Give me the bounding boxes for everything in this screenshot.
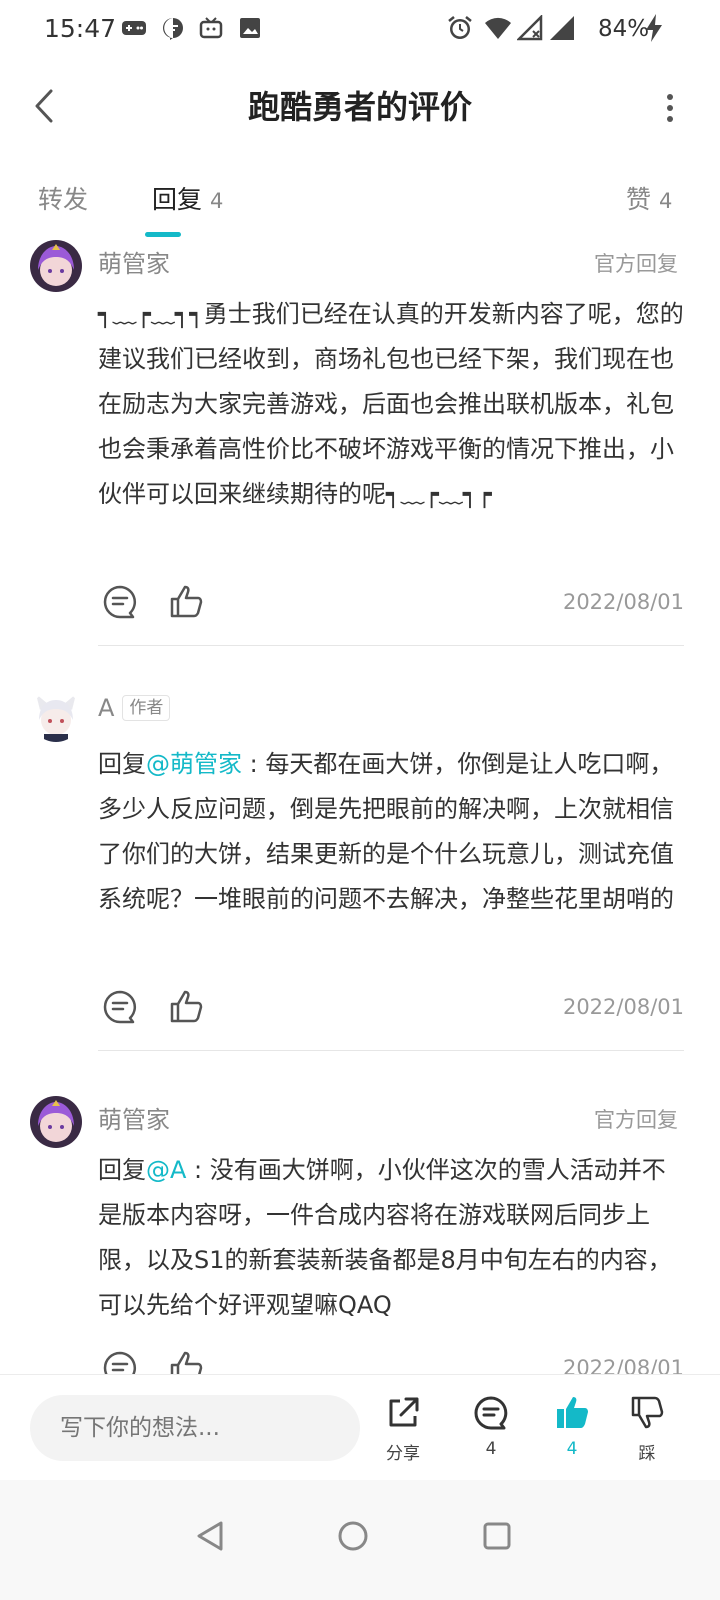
avatar[interactable] [30,240,82,292]
like-count: 4 [566,1439,578,1459]
circle-home-icon [338,1521,368,1551]
system-navigation-bar [0,1480,720,1600]
charging-icon [640,14,668,42]
nav-recents-button[interactable] [467,1506,527,1566]
tab-bar: 转发 回复 4 赞4 [0,170,720,242]
nav-back-button[interactable] [180,1506,240,1566]
divider [98,1050,684,1051]
comment-author-name[interactable]: 萌管家 [98,244,170,279]
status-time: 15:47 [44,14,117,43]
share-button[interactable]: 分享 [368,1395,438,1465]
comment-item: 萌管家 官方回复 回复@A : 没有画大饼啊，小伙伴这次的雪人活动并不是版本内容… [0,1096,720,1385]
wifi-icon [484,14,512,42]
tab-reply-count: 4 [210,189,224,213]
comment-item: A 作者 回复@萌管家 : 每天都在画大饼，你倒是让人吃口啊，多少人反应问题，倒是… [0,690,720,1060]
reply-button[interactable] [98,580,142,624]
active-tab-indicator [145,232,181,237]
author-tag: 作者 [122,695,171,721]
comment-actions: 2022/08/01 [98,985,684,1029]
alarm-icon [446,14,474,42]
no-signal-icon [516,14,544,42]
reply-icon [474,1396,508,1430]
comment-text: 回复@萌管家 : 每天都在画大饼，你倒是让人吃口啊，多少人反应问题，倒是先把眼前… [98,742,684,922]
dislike-button[interactable]: 踩 [612,1395,682,1465]
tab-repost[interactable]: 转发 [38,180,88,216]
reply-count: 4 [485,1439,497,1459]
header: 跑酷勇者的评价 [0,66,720,146]
comment-text: ┑﹏┍﹏┑┑勇士我们已经在认真的开发新内容了呢，您的建议我们已经收到，商场礼包也… [98,300,684,508]
comment-date: 2022/08/01 [562,590,684,614]
image-icon [236,14,264,42]
reply-icon [103,990,137,1024]
avatar[interactable] [30,690,82,742]
share-icon [389,1397,419,1427]
thumbs-up-icon [170,585,203,618]
tab-reply-label: 回复 [152,185,203,214]
thumbs-up-filled-icon [557,1397,588,1428]
tab-repost-label: 转发 [38,185,89,214]
comment-input[interactable] [30,1395,360,1461]
thumbs-down-icon [631,1396,664,1429]
mention-link[interactable]: @A [146,1156,186,1184]
status-bar: 15:47 84% [0,0,720,60]
comment-item: 萌管家 官方回复 ┑﹏┍﹏┑┑勇士我们已经在认真的开发新内容了呢，您的建议我们已… [0,240,720,650]
official-reply-tag: 官方回复 [594,1108,678,1132]
triangle-back-icon [197,1521,223,1551]
like-count-button[interactable]: 4 [537,1395,607,1465]
message-icon [159,14,187,42]
reply-prefix: 回复 [98,1156,146,1184]
page-title: 跑酷勇者的评价 [247,88,472,126]
comment-actions: 2022/08/01 [98,580,684,624]
more-vertical-icon [667,94,673,122]
mention-link[interactable]: @萌管家 [146,750,242,778]
divider [98,645,684,646]
signal-icon [548,14,576,42]
avatar[interactable] [30,1096,82,1148]
comment-author-name[interactable]: 萌管家 [98,1100,170,1135]
bottom-action-bar: 分享 4 4 踩 [0,1374,720,1478]
reply-count-button[interactable]: 4 [456,1395,526,1465]
tab-like-count: 4 [659,189,673,213]
thumbs-up-icon [170,990,203,1023]
share-label: 分享 [386,1444,420,1464]
tab-reply[interactable]: 回复 4 [152,180,223,216]
reply-button[interactable] [98,985,142,1029]
like-button[interactable] [164,580,208,624]
game-controller-icon [120,14,148,42]
comment-author-name[interactable]: A 作者 [98,694,171,722]
square-recents-icon [483,1522,511,1550]
dislike-label: 踩 [638,1444,656,1464]
comment-text: 回复@A : 没有画大饼啊，小伙伴这次的雪人活动并不是版本内容呀，一件合成内容将… [98,1148,684,1328]
tab-like[interactable]: 赞4 [626,180,672,216]
official-reply-tag: 官方回复 [594,252,678,276]
tv-icon [197,14,225,42]
nav-home-button[interactable] [323,1506,383,1566]
reply-prefix: 回复 [98,750,146,778]
like-button[interactable] [164,985,208,1029]
more-options-button[interactable] [650,86,690,130]
tab-like-label: 赞 [626,185,652,214]
reply-icon [103,585,137,619]
comment-date: 2022/08/01 [562,995,684,1019]
comment-author-name-text: A [98,694,115,722]
